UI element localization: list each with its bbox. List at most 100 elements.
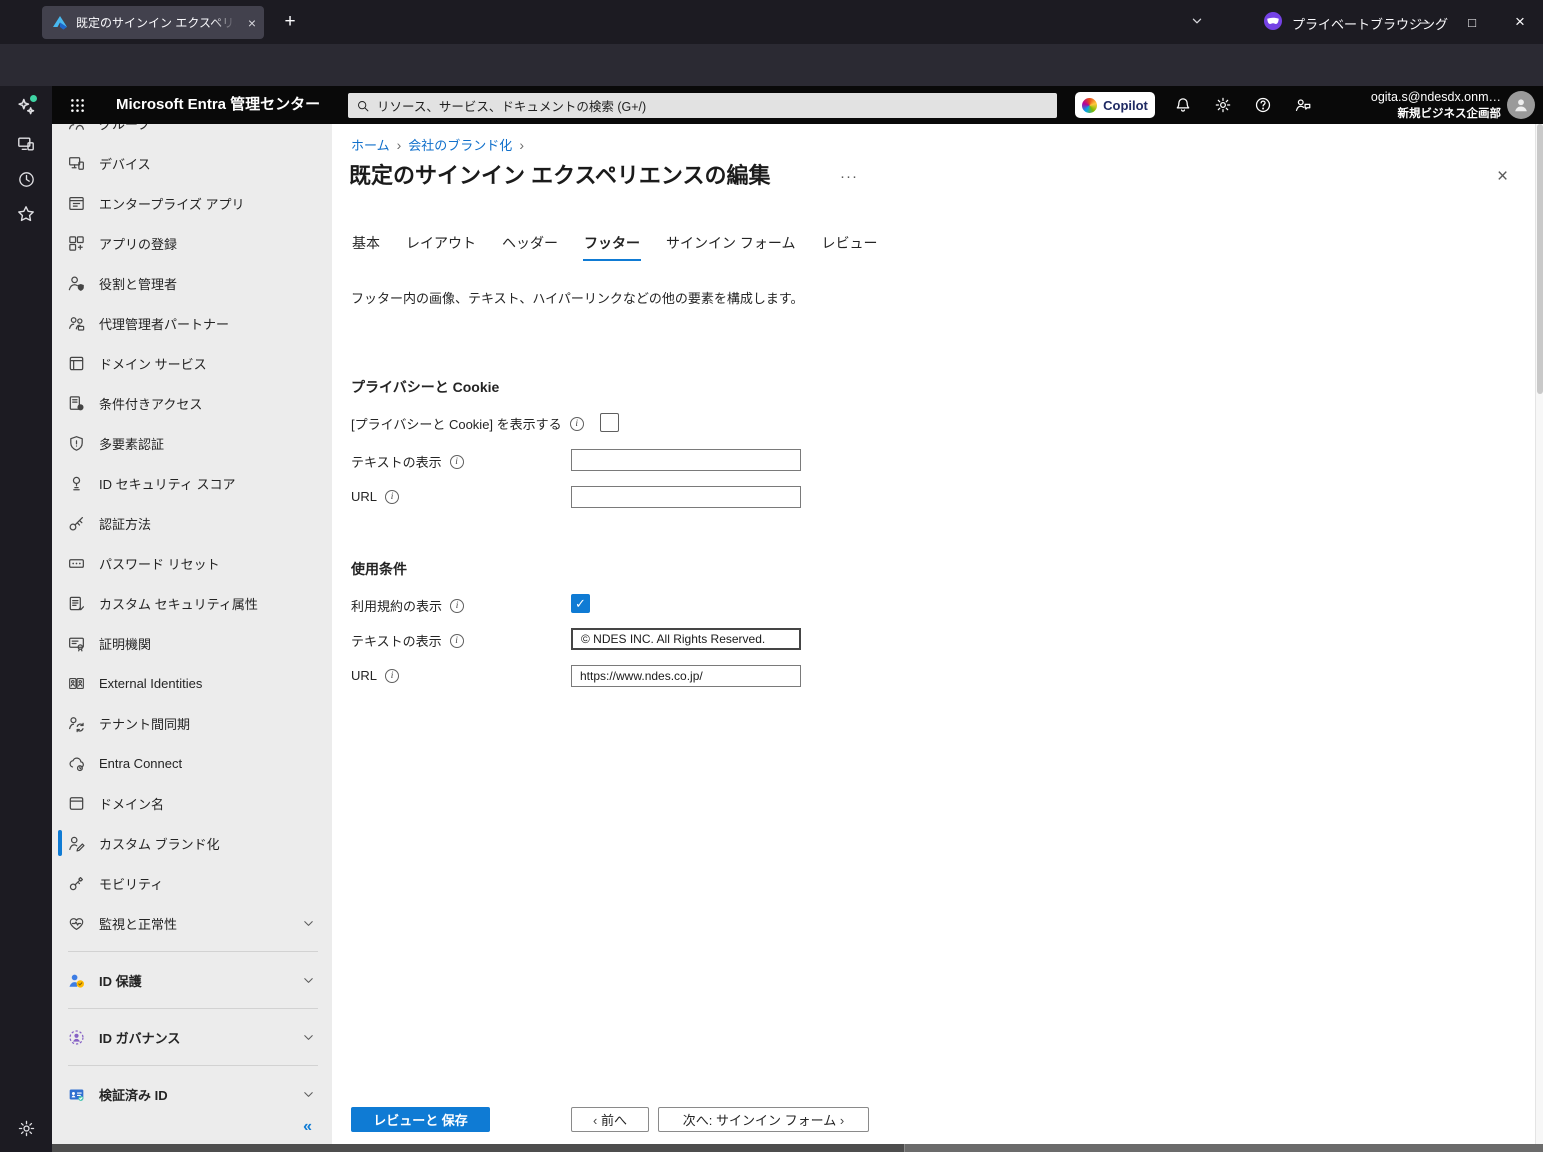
terms-section-heading: 使用条件 [351, 561, 407, 577]
previous-button[interactable]: ‹ 前へ [571, 1107, 649, 1132]
info-icon[interactable]: i [450, 598, 465, 613]
sidebar-item-password-reset[interactable]: パスワード リセット [52, 543, 332, 583]
info-icon[interactable]: i [385, 668, 400, 683]
sidebar-item-mobility[interactable]: モビリティ [52, 863, 332, 903]
id-governance-icon [67, 1028, 86, 1047]
avatar[interactable] [1507, 91, 1535, 119]
sidebar-item-label: 条件付きアクセス [99, 396, 203, 412]
breadcrumb: ホーム › 会社のブランド化 › [351, 135, 524, 154]
account-org: 新規ビジネス企画部 [1397, 108, 1502, 120]
page-title: 既定のサインイン エクスペリエンスの編集 [349, 163, 771, 188]
sidebar-item-custom-branding[interactable]: カスタム ブランド化 [52, 823, 332, 863]
sidebar-item-window[interactable]: エンタープライズ アプリ [52, 183, 332, 223]
content-vertical-scrollbar[interactable] [1535, 124, 1543, 1144]
sidebar-item-domain-names[interactable]: ドメイン名 [52, 783, 332, 823]
sidebar-item-verified-id[interactable]: 検証済み ID [52, 1074, 332, 1114]
sidebar-item-people[interactable]: グループ [52, 124, 332, 143]
next-button[interactable]: 次へ: サインイン フォーム › [658, 1107, 869, 1132]
more-options-icon[interactable]: ··· [840, 168, 858, 185]
domain-names-icon [67, 794, 86, 813]
notifications-bell-icon[interactable] [1170, 93, 1196, 117]
terms-text-label: テキストの表示 i [351, 631, 464, 650]
account-info[interactable]: ogita.s@ndesdx.onm… 新規ビジネス企画部 [1371, 90, 1501, 121]
terms-text-input[interactable] [571, 628, 801, 650]
global-search-input[interactable]: リソース、サービス、ドキュメントの検索 (G+/) [348, 93, 1057, 118]
browser-tab[interactable]: 既定のサインイン エクスペリエンスの × [42, 6, 264, 39]
list-tabs-chevron-icon[interactable] [1188, 12, 1206, 35]
feedback-icon[interactable] [1290, 93, 1316, 117]
breadcrumb-home-link[interactable]: ホーム [351, 135, 390, 154]
terms-show-label: 利用規約の表示 i [351, 596, 465, 615]
synced-tabs-icon[interactable] [14, 132, 38, 156]
bottom-horizontal-scrollbar[interactable] [52, 1144, 1543, 1152]
privacy-url-input[interactable] [571, 486, 801, 508]
terms-url-label: URL i [351, 668, 400, 683]
sidebar-item-app-registration[interactable]: アプリの登録 [52, 223, 332, 263]
settings-gear-icon[interactable] [1210, 93, 1236, 117]
sidebar-item-devices[interactable]: デバイス [52, 143, 332, 183]
help-icon[interactable] [1250, 93, 1276, 117]
scrollbar-thumb[interactable] [52, 1144, 905, 1152]
sidebar-item-label: カスタム ブランド化 [99, 836, 220, 852]
tab-レビュー[interactable]: レビュー [820, 229, 878, 261]
privacy-text-input[interactable] [571, 449, 801, 471]
sidebar-item-mfa-shield[interactable]: 多要素認証 [52, 423, 332, 463]
waffle-icon[interactable] [64, 93, 90, 117]
tab-list: 基本 レイアウト ヘッダー フッター サインイン フォーム レビュー [351, 229, 878, 261]
window-maximize-button[interactable]: □ [1455, 5, 1489, 39]
sidebar-item-conditional-access[interactable]: 条件付きアクセス [52, 383, 332, 423]
password-reset-icon [67, 554, 86, 573]
window-close-button[interactable]: × [1503, 5, 1537, 39]
new-tab-button[interactable]: + [276, 8, 304, 36]
sidebar-item-label: デバイス [99, 156, 151, 172]
certificate-icon [67, 634, 86, 653]
chevron-down-icon[interactable] [301, 916, 316, 931]
sidebar-item-id-protection[interactable]: ID 保護 [52, 960, 332, 1000]
sidebar-item-role-admin[interactable]: 役割と管理者 [52, 263, 332, 303]
product-title[interactable]: Microsoft Entra 管理センター [116, 86, 320, 124]
sidebar-item-custom-attributes[interactable]: カスタム セキュリティ属性 [52, 583, 332, 623]
privacy-show-checkbox[interactable] [600, 413, 619, 432]
chevron-down-icon[interactable] [301, 1087, 316, 1102]
close-panel-icon[interactable]: × [1497, 166, 1508, 188]
sidebar-item-domain-services[interactable]: ドメイン サービス [52, 343, 332, 383]
copilot-button[interactable]: Copilot [1075, 92, 1155, 118]
scrollbar-thumb[interactable] [1537, 124, 1543, 394]
chevron-down-icon[interactable] [301, 973, 316, 988]
chevron-down-icon[interactable] [301, 1030, 316, 1045]
sidebar-item-certificate[interactable]: 証明機関 [52, 623, 332, 663]
info-icon[interactable]: i [449, 633, 464, 648]
settings-gear-icon-bottom[interactable] [14, 1116, 38, 1140]
breadcrumb-branding-link[interactable]: 会社のブランド化 [408, 135, 512, 154]
terms-url-input[interactable] [571, 665, 801, 687]
sidebar-item-tenant-sync[interactable]: テナント間同期 [52, 703, 332, 743]
tab-フッター[interactable]: フッター [583, 229, 641, 261]
sidebar-item-partners[interactable]: 代理管理者パートナー [52, 303, 332, 343]
window-minimize-button[interactable]: ─ [1408, 5, 1442, 39]
window-icon [67, 194, 86, 213]
sidebar-item-auth-key[interactable]: 認証方法 [52, 503, 332, 543]
sidebar-item-secure-score[interactable]: ID セキュリティ スコア [52, 463, 332, 503]
notification-dot [30, 95, 37, 102]
tab-ヘッダー[interactable]: ヘッダー [501, 229, 559, 261]
entra-favicon [53, 15, 67, 30]
info-icon[interactable]: i [449, 454, 464, 469]
ai-chatbot-sparkle-icon[interactable] [14, 95, 38, 119]
sidebar-item-id-governance[interactable]: ID ガバナンス [52, 1017, 332, 1057]
tab-レイアウト[interactable]: レイアウト [405, 229, 477, 261]
tab-close-icon[interactable]: × [248, 15, 256, 31]
history-clock-icon[interactable] [14, 167, 38, 191]
sidebar-item-entra-connect[interactable]: Entra Connect [52, 743, 332, 783]
terms-show-checkbox[interactable]: ✓ [571, 594, 590, 613]
review-save-button[interactable]: レビューと 保存 [351, 1107, 490, 1132]
tab-基本[interactable]: 基本 [351, 229, 381, 261]
bookmarks-star-icon[interactable] [14, 202, 38, 226]
app-registration-icon [67, 234, 86, 253]
info-icon[interactable]: i [569, 416, 584, 431]
partners-icon [67, 314, 86, 333]
sidebar-item-health[interactable]: 監視と正常性 [52, 903, 332, 943]
sidebar-collapse-button[interactable]: « [303, 1118, 312, 1136]
info-icon[interactable]: i [385, 489, 400, 504]
tab-サインイン フォーム[interactable]: サインイン フォーム [665, 229, 796, 261]
sidebar-item-external-identities[interactable]: External Identities [52, 663, 332, 703]
